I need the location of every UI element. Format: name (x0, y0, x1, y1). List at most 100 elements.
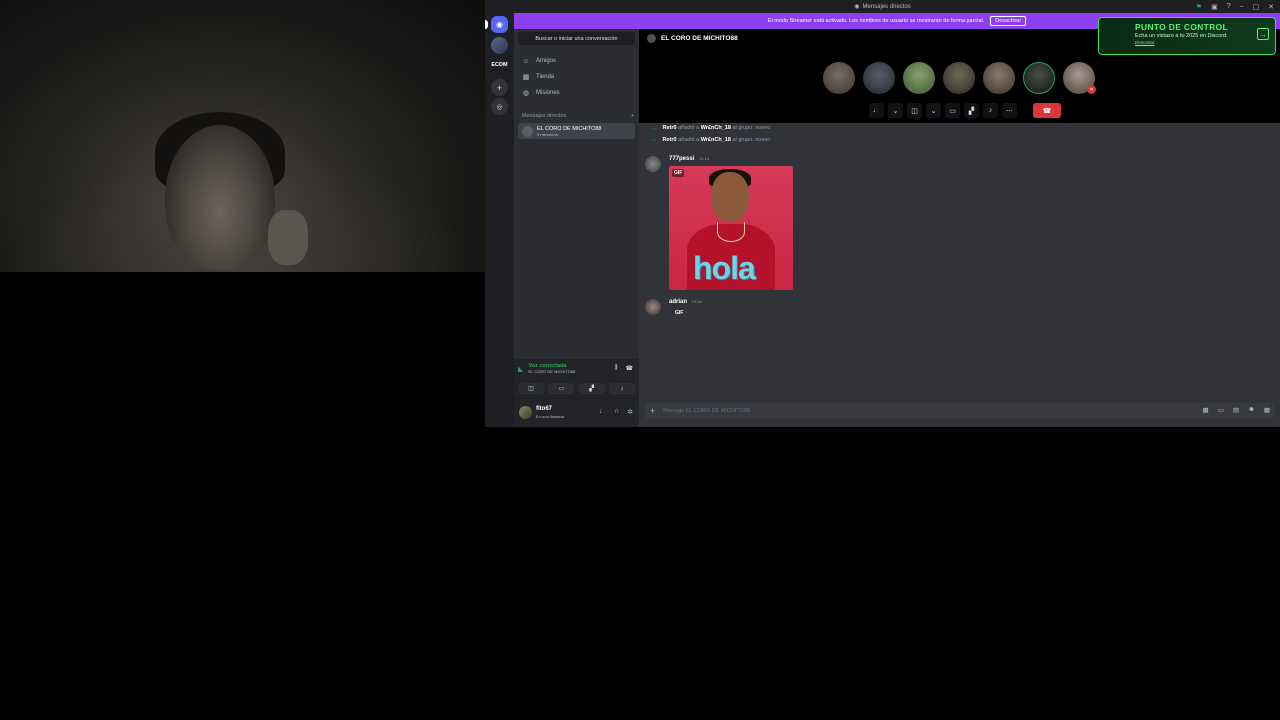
selected-indicator (485, 20, 488, 29)
add-server-icon[interactable]: + (491, 79, 508, 96)
chevron-down-icon[interactable]: ⌄ (888, 103, 903, 118)
arrow-right-icon[interactable]: → (1257, 28, 1269, 40)
more-options-icon[interactable]: ⋯ (1002, 103, 1017, 118)
message-author[interactable]: 777pessi (669, 156, 694, 162)
title-bar: ◉ Mensajes directos ⚑ ▣ ? – ▢ ✕ (485, 0, 1280, 13)
discover-icon[interactable]: ◎ (491, 98, 508, 115)
nav-quests[interactable]: ◍ Misiones (518, 86, 635, 100)
camera-button[interactable]: ◫ (518, 383, 544, 394)
chevron-down-icon[interactable]: ⌄ (926, 103, 941, 118)
call-microphone-button[interactable]: ♩ (869, 103, 884, 118)
system-target[interactable]: Wr£nCh_18 (701, 125, 731, 131)
message-list: → Retr0 añadió a Wr£nCh_18 al grupo. nue… (639, 123, 1280, 403)
message-avatar[interactable] (645, 299, 661, 315)
call-controls: ♩ ⌄ ◫ ⌄ ▭ ▞ ♪ ⋯ ☎ (869, 103, 1061, 118)
message-time: 13:18 (691, 299, 702, 304)
signal-icon: ◣ (518, 365, 524, 373)
call-camera-button[interactable]: ◫ (907, 103, 922, 118)
participant-avatar[interactable]: ✕ (1063, 62, 1096, 94)
system-suffix: al grupo. (732, 137, 756, 143)
headphones-icon[interactable]: ∩ (614, 408, 619, 416)
promo-title: PUNTO DE CONTROL (1135, 22, 1228, 32)
help-icon[interactable]: ? (1227, 3, 1231, 10)
gift-icon[interactable]: ▩ (1203, 406, 1209, 414)
webcam-person-face (165, 125, 275, 270)
server-label[interactable]: ECDM (485, 62, 514, 68)
participant-avatar[interactable] (983, 62, 1015, 94)
flag-icon[interactable]: ⚑ (1196, 3, 1202, 11)
voice-status[interactable]: ◣ Voz conectada EL CORO DE MICHITO88 (518, 363, 575, 374)
participant-avatar[interactable] (823, 62, 855, 94)
promo-text: Echa un vistazo a tu 2025 en Discord. (1135, 33, 1228, 39)
minimize-button[interactable]: – (1240, 3, 1244, 10)
muted-icon: ✕ (1087, 85, 1096, 94)
chat-header-title: EL CORO DE MICHITO88 (661, 35, 738, 42)
composer-icons: ▩ ▭ ▤ ☻ ▦ (1203, 406, 1270, 414)
system-actor[interactable]: Retr0 (663, 125, 677, 131)
apps-icon[interactable]: ▦ (1264, 406, 1270, 414)
participant-avatar[interactable] (1023, 62, 1055, 94)
voice-connection-panel: ◣ Voz conectada EL CORO DE MICHITO88 ⫼ ☎… (514, 359, 639, 398)
message-avatar[interactable] (645, 156, 661, 172)
attach-plus-icon[interactable]: + (650, 406, 655, 416)
nav-quests-label: Misiones (536, 90, 560, 96)
voice-action-buttons: ◫ ▭ ▞ ♪ (518, 383, 635, 394)
nav-friends-label: Amigos (536, 58, 557, 64)
system-message: → Retr0 añadió a Wr£nCh_18 al grupo. nue… (651, 137, 770, 143)
system-time: nuevo (755, 137, 771, 143)
sticker-icon[interactable]: ▤ (1233, 406, 1239, 414)
system-suffix: al grupo. (732, 125, 756, 131)
nav-shop[interactable]: ▦ Tienda (518, 70, 635, 84)
message-author[interactable]: adrian (669, 299, 687, 305)
member-added-arrow-icon: → (651, 125, 657, 131)
group-avatar (522, 125, 533, 137)
dm-item-group[interactable]: EL CORO DE MICHITO88 9 miembros (518, 123, 635, 139)
checkpoint-promo[interactable]: PUNTO DE CONTROL Echa un vistazo a tu 20… (1098, 17, 1276, 55)
system-message: → Retr0 añadió a Wr£nCh_18 al grupo. nue… (651, 125, 770, 131)
gif-chain (717, 222, 745, 242)
call-participants: ✕ (823, 62, 1096, 94)
dm-search-button[interactable]: Buscar o iniciar una conversación (518, 32, 635, 45)
voice-channel-name: EL CORO DE MICHITO88 (528, 369, 576, 374)
promo-dismiss-link[interactable]: Descartar (1135, 40, 1269, 45)
call-activities-button[interactable]: ▞ (964, 103, 979, 118)
message-composer[interactable]: + Mensaje EL CORO DE MICHITO88 ▩ ▭ ▤ ☻ ▦ (645, 403, 1274, 419)
discord-small-icon: ◉ (854, 4, 860, 10)
gif-badge: GIF (672, 169, 685, 177)
user-avatar[interactable] (519, 406, 532, 419)
nav-friends[interactable]: ☺ Amigos (518, 54, 635, 68)
server-sidebar: ◉ ECDM + ◎ (485, 13, 514, 427)
system-actor[interactable]: Retr0 (663, 137, 677, 143)
disable-streamer-button[interactable]: Desactivar (990, 16, 1027, 26)
inbox-icon[interactable]: ▣ (1211, 3, 1218, 11)
close-button[interactable]: ✕ (1268, 3, 1274, 11)
microphone-icon[interactable]: ♩ (599, 408, 606, 416)
webcam-person-hand (268, 210, 308, 265)
hang-up-button[interactable]: ☎ (1033, 103, 1061, 118)
disconnect-icon[interactable]: ☎ (626, 365, 633, 372)
call-soundboard-button[interactable]: ♪ (983, 103, 998, 118)
activities-button[interactable]: ▞ (578, 383, 605, 394)
message-content[interactable]: GIF (675, 310, 683, 316)
participant-avatar[interactable] (863, 62, 895, 94)
participant-avatar[interactable] (943, 62, 975, 94)
participant-avatar[interactable] (903, 62, 935, 94)
message-header: adrian 13:18 (669, 299, 702, 305)
system-target[interactable]: Wr£nCh_18 (701, 137, 731, 143)
call-screen-share-button[interactable]: ▭ (945, 103, 960, 118)
system-action: añadió a (678, 137, 700, 143)
gif-person-head (711, 172, 749, 222)
noise-suppression-icon[interactable]: ⫼ (615, 365, 618, 372)
soundboard-button[interactable]: ♪ (608, 383, 635, 394)
settings-gear-icon[interactable]: ✲ (627, 408, 633, 416)
friends-icon: ☺ (522, 57, 530, 65)
maximize-button[interactable]: ▢ (1253, 3, 1260, 11)
screen-share-button[interactable]: ▭ (548, 383, 575, 394)
server-avatar-icon[interactable] (491, 37, 508, 54)
member-added-arrow-icon: → (651, 137, 657, 143)
new-dm-plus-icon[interactable]: + (631, 113, 634, 119)
emoji-icon[interactable]: ☻ (1248, 406, 1255, 414)
discord-home-icon[interactable]: ◉ (491, 16, 508, 33)
gif-icon[interactable]: ▭ (1218, 406, 1224, 414)
gif-attachment[interactable]: GIF hola (669, 166, 793, 290)
